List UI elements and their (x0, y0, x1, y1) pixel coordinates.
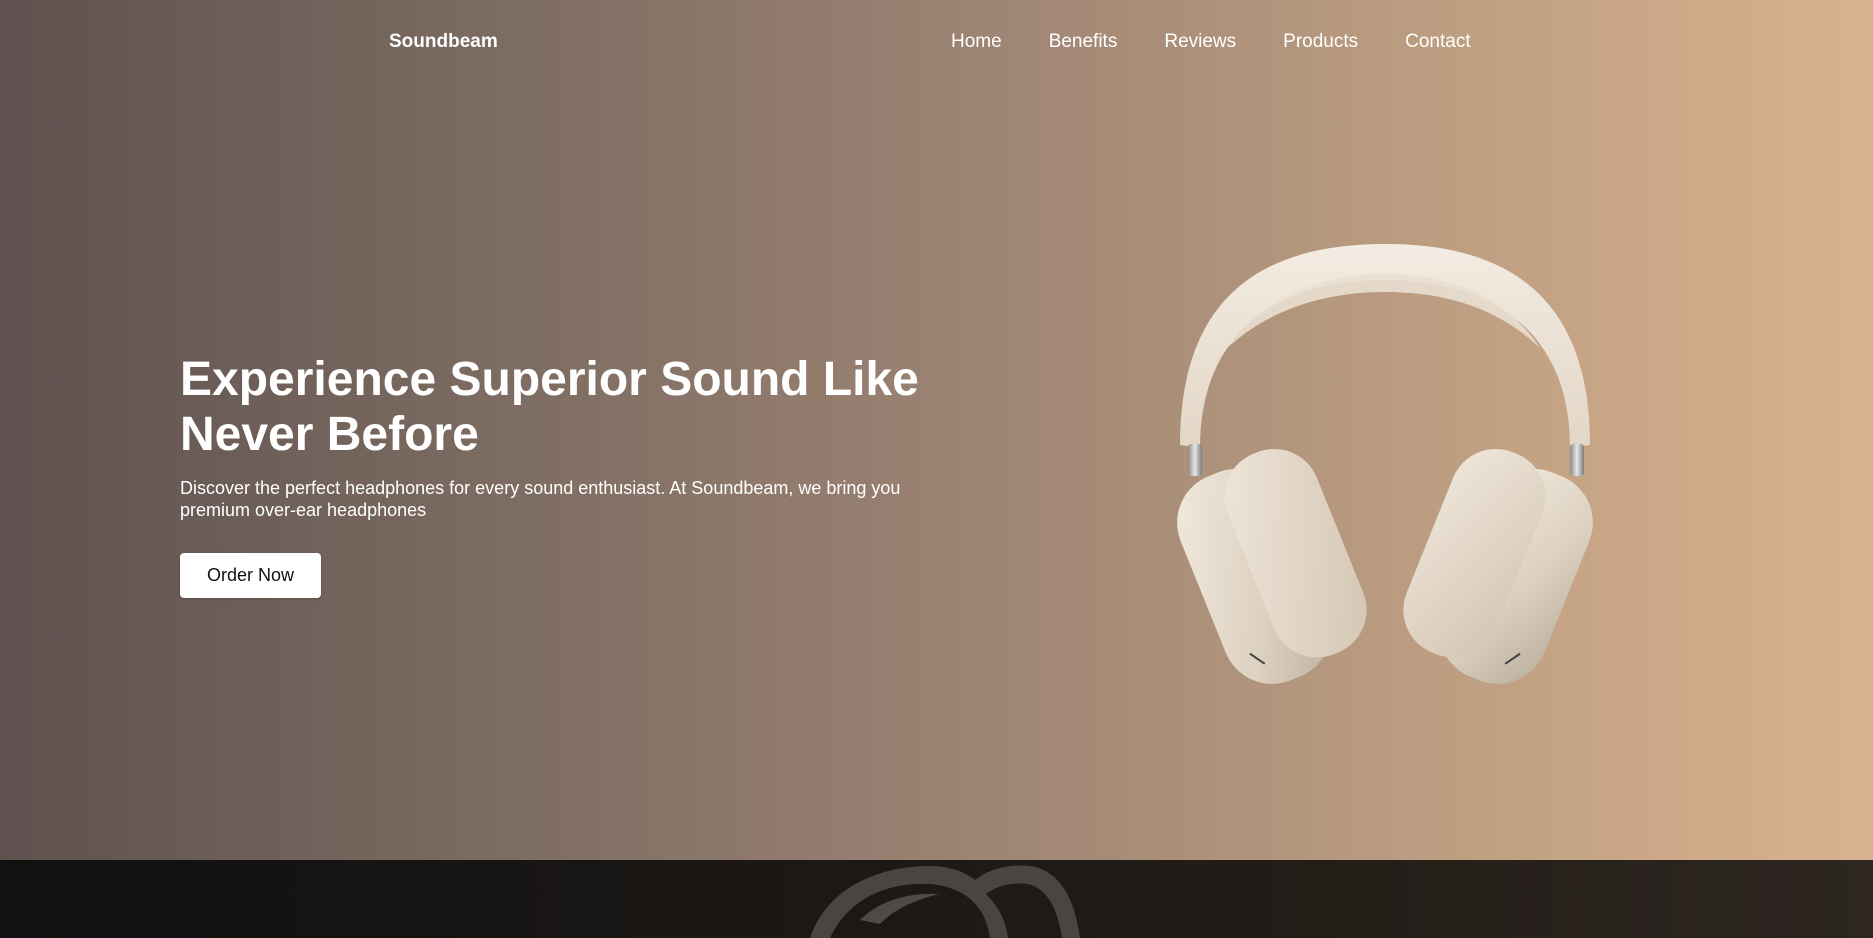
nav-products[interactable]: Products (1283, 31, 1358, 53)
brand-logo[interactable]: Soundbeam (389, 31, 498, 53)
nav-benefits[interactable]: Benefits (1049, 31, 1118, 53)
dark-headphones-image (810, 865, 1080, 938)
headphones-image (1177, 244, 1593, 684)
hero-subtext: Discover the perfect headphones for ever… (180, 478, 901, 520)
nav-home[interactable]: Home (951, 31, 1002, 53)
navbar: Soundbeam Home Benefits Reviews Products… (0, 0, 1873, 86)
next-section (0, 860, 1873, 938)
nav-reviews[interactable]: Reviews (1164, 31, 1236, 53)
hero-section: Soundbeam Home Benefits Reviews Products… (0, 0, 1873, 860)
nav-contact[interactable]: Contact (1405, 31, 1470, 53)
nav-links: Home Benefits Reviews Products Contact (951, 31, 1471, 53)
hero-headline: Experience Superior Sound Like Never Bef… (180, 353, 919, 461)
order-now-button[interactable]: Order Now (180, 553, 321, 598)
